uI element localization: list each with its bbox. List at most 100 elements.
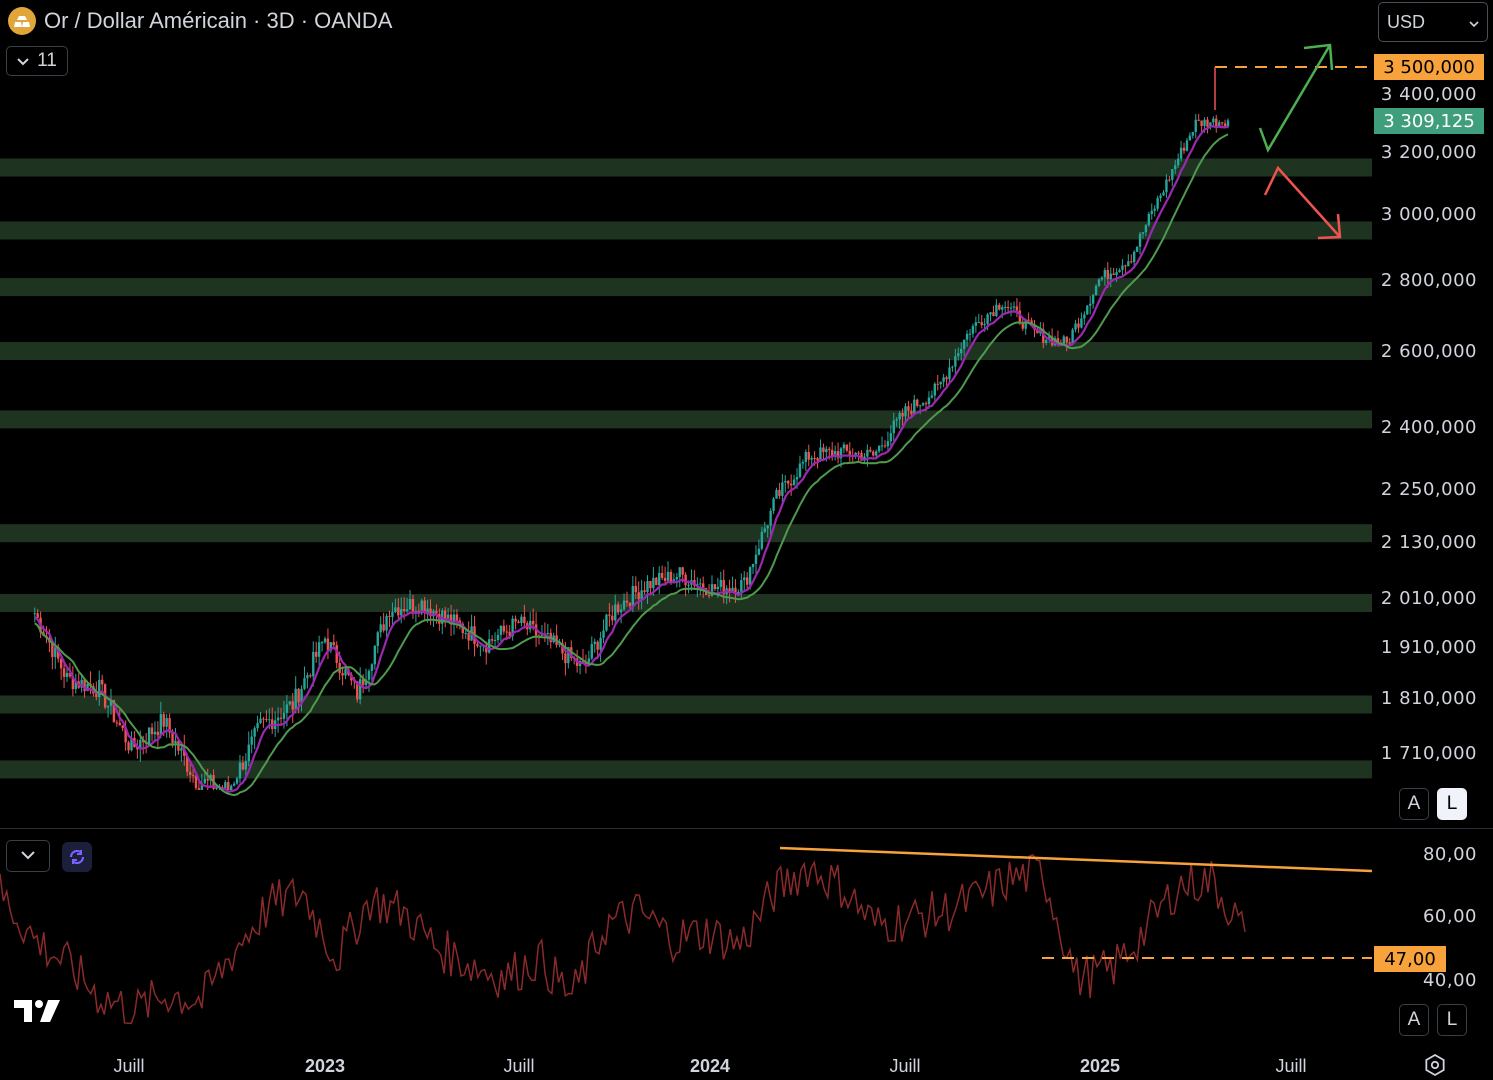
candle [616,604,620,613]
support-zone[interactable] [0,342,1372,360]
candle [1156,198,1159,209]
candle [1141,232,1145,234]
candle [845,444,849,451]
currency-select[interactable]: USD [1378,2,1488,42]
support-zone[interactable] [0,594,1372,612]
support-zone[interactable] [0,760,1372,779]
candle [719,579,722,587]
log-scale-button[interactable]: L [1437,788,1467,820]
candle [127,742,130,751]
support-zone[interactable] [0,278,1372,297]
candle [244,761,248,770]
candle [385,615,388,631]
candle [810,457,813,460]
current-price-tag: 3 309,125 [1374,108,1484,134]
candle [514,618,517,622]
candle [1100,277,1104,280]
candle [1200,120,1203,126]
candle [622,600,626,610]
candle [36,613,39,618]
support-zone[interactable] [0,695,1372,714]
candle [1006,306,1010,309]
candle [986,314,989,324]
support-zone[interactable] [0,524,1372,543]
candle [118,722,121,726]
candle [872,451,875,456]
candle [877,445,881,452]
candle [948,367,951,380]
candle [655,577,658,586]
bullish-arrow-icon[interactable] [1258,43,1334,153]
candle [282,712,286,719]
candle [608,614,611,616]
candle [740,580,743,592]
candle [171,732,174,744]
candle [989,312,992,315]
candle [951,366,954,368]
candle [901,412,904,417]
candle [400,609,403,616]
price-label: 2 600,000 [1380,341,1477,362]
candle [924,403,928,405]
candle [1147,213,1151,226]
auto-scale-button[interactable]: A [1399,788,1429,820]
candle [789,483,793,486]
candle [1089,303,1092,306]
support-zone[interactable] [0,410,1372,429]
oscillator-chart[interactable] [0,830,1372,1040]
candle [1144,225,1148,233]
candle [180,748,183,751]
candle [1191,131,1195,136]
candle [206,778,209,781]
candle [1097,279,1101,286]
candle [663,577,667,581]
candle [259,718,262,724]
candle [1074,323,1077,330]
candle [156,731,160,736]
candle [619,609,623,613]
candle [1159,195,1162,199]
auto-scale-button-osc[interactable]: A [1399,1004,1429,1036]
support-zone[interactable] [0,158,1372,177]
candle [388,615,391,617]
price-label: 2 250,000 [1380,479,1477,500]
candle [564,653,567,664]
candle [778,489,781,496]
candle [596,641,599,650]
candle [1094,285,1098,296]
candle [892,420,895,434]
candle [505,631,508,633]
candle [496,634,500,641]
candle [326,638,330,651]
candle [531,620,535,625]
pane-separator[interactable] [0,828,1493,829]
candle [268,719,271,721]
log-scale-button-osc[interactable]: L [1437,1004,1467,1036]
candle [1174,165,1177,170]
candle [769,510,772,526]
candle [95,693,98,698]
price-chart[interactable] [0,0,1372,830]
candle [754,554,758,564]
time-label: Juill [503,1056,535,1076]
candle [942,377,945,382]
candle [402,609,406,612]
price-label: 1 910,000 [1380,637,1477,658]
settings-icon[interactable] [1420,1050,1450,1080]
price-label: 2 130,000 [1380,532,1477,553]
candle [1106,269,1109,280]
candle [320,642,324,644]
candle [757,548,761,555]
candle [637,592,640,600]
candle [162,714,165,727]
candle [165,718,168,727]
candle [1118,269,1121,273]
candle [907,406,910,411]
candle [520,616,523,624]
candle [100,679,104,685]
candle [1220,122,1224,124]
tradingview-logo-icon[interactable] [12,996,64,1026]
candle [1001,307,1004,310]
candle [279,717,283,719]
divergence-trendline[interactable] [779,846,1372,873]
